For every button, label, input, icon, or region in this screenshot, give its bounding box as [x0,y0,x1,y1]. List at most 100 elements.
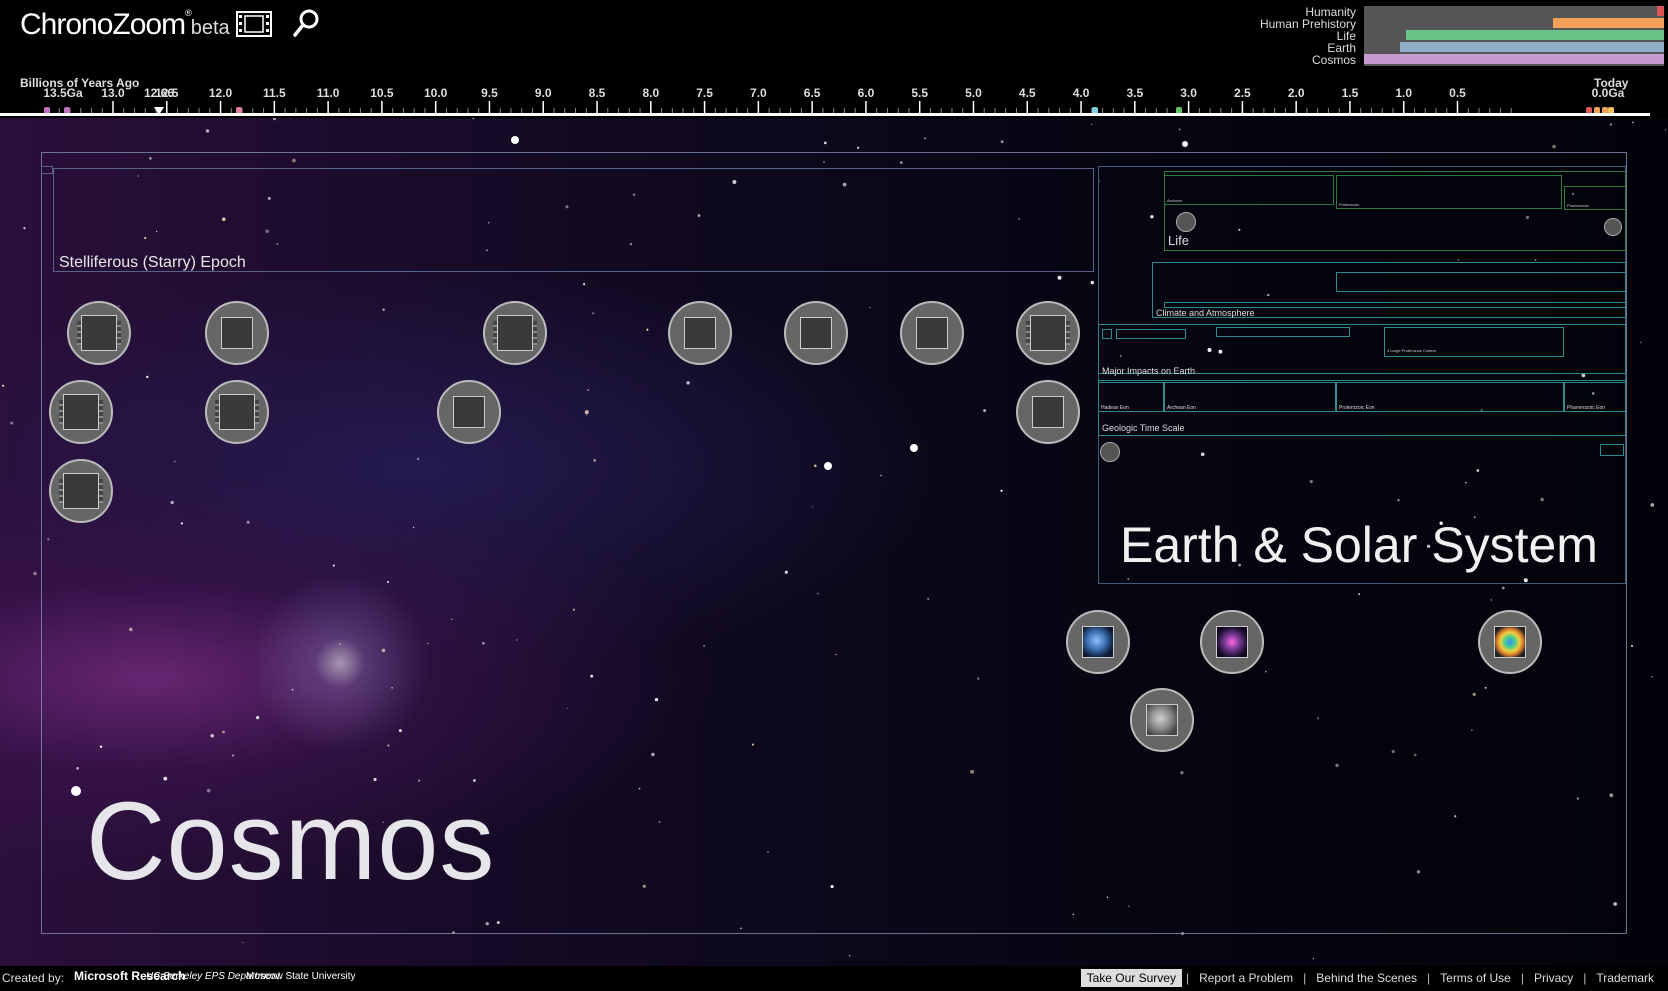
created-by-label: Created by: [2,971,65,985]
star [1609,123,1612,126]
archean-eon-frame[interactable]: Archean Eon [1164,382,1336,412]
content-thumbnail [916,317,948,349]
ruler-tick-label: 7.0 [750,86,767,100]
content-item[interactable] [1016,380,1080,444]
report-problem-link[interactable]: Report a Problem [1193,969,1299,987]
impact-subframe[interactable] [1116,329,1186,339]
galaxy-photo-item[interactable] [1200,610,1264,674]
impact-subframe[interactable]: 3 Large Proterozoic Craters [1384,327,1564,357]
earth-photo-item[interactable] [1066,610,1130,674]
header-bar: ChronoZoom®beta Humanity Human Prehistor… [0,0,1668,70]
terms-of-use-link[interactable]: Terms of Use [1434,969,1517,987]
archean-life-subframe[interactable]: Archean [1164,175,1334,205]
content-item[interactable] [784,301,848,365]
ruler-tick-label: 1.5 [1342,86,1359,100]
phanerozoic-eon-frame[interactable]: Phanerozoic Eon [1564,382,1626,412]
content-item[interactable] [49,380,113,444]
major-impacts-title[interactable]: Major Impacts on Earth [1102,366,1195,376]
earth-solar-system-title[interactable]: Earth & Solar System [1120,516,1598,574]
overview-track [1364,6,1664,18]
cmb-map-item[interactable] [1478,610,1542,674]
bright-star [511,136,519,144]
moscow-state-university-logo[interactable]: Moscow State University [246,971,355,982]
content-thumbnail [1030,315,1066,351]
content-item[interactable] [483,301,547,365]
star [923,137,927,140]
overview-row-earth[interactable]: Earth [1180,42,1668,54]
content-thumbnail [63,394,99,430]
content-thumbnail [221,317,253,349]
overview-row-life[interactable]: Life [1180,30,1668,42]
content-item[interactable] [900,301,964,365]
star [1631,645,1633,647]
hadean-eon-label: Hadean Eon [1101,405,1129,411]
star [273,118,276,121]
ruler-tick-label: 5.0 [965,86,982,100]
ruler-tick-label: 8.5 [589,86,606,100]
footer-bar: Created by: Microsoft Research UC Berkel… [0,966,1668,991]
earth-subframe-stub[interactable] [1600,444,1624,456]
stelliferous-epoch-title[interactable]: Stelliferous (Starry) Epoch [59,254,246,272]
privacy-link[interactable]: Privacy [1528,969,1579,987]
content-item[interactable] [437,380,501,444]
life-content-item[interactable] [1176,212,1196,232]
overview-bar [1400,42,1664,52]
content-item[interactable] [668,301,732,365]
ruler-tick-label: 11.5 [263,86,286,100]
star [472,118,475,120]
content-item[interactable] [205,301,269,365]
search-button[interactable] [292,8,320,38]
hadean-eon-frame[interactable]: Hadean Eon [1098,382,1164,412]
content-thumbnail [219,394,255,430]
star [205,129,210,133]
ruler-tick-label: 0.5 [1449,86,1466,100]
ruler-tick-label: 10.0 [424,86,448,100]
content-thumbnail [453,396,485,428]
time-ruler[interactable]: Billions of Years Ago Today 13.0 12.5 12.0… [0,70,1668,118]
impact-subframe[interactable] [1102,329,1112,339]
ruler-tick-label: 8.0 [642,86,659,100]
overview-row-cosmos[interactable]: Cosmos [1180,54,1668,66]
ruler-tick-label: 3.0 [1180,86,1197,100]
overview-label: Human Prehistory [1259,17,1356,31]
phanerozoic-label: Phanerozoic [1567,203,1590,208]
content-thumbnail [1032,396,1064,428]
content-item[interactable] [67,301,131,365]
proterozoic-eon-frame[interactable]: Proterozoic Eon [1336,382,1564,412]
tours-button[interactable] [236,10,272,38]
proterozoic-life-subframe[interactable]: Proterozoic [1336,175,1562,209]
overview-track [1364,30,1664,42]
climate-atmosphere-title[interactable]: Climate and Atmosphere [1156,308,1255,318]
ruler-start-label: 13.5Ga [43,86,83,100]
behind-the-scenes-link[interactable]: Behind the Scenes [1310,969,1423,987]
content-item[interactable] [1016,301,1080,365]
overview-row-human-prehistory[interactable]: Human Prehistory [1180,18,1668,30]
ruler-tick-label: 6.0 [858,86,875,100]
asteroid-photo-item[interactable] [1130,688,1194,752]
life-content-item[interactable] [1604,218,1622,236]
content-thumbnail [800,317,832,349]
earth-content-item[interactable] [1100,442,1120,462]
ruler-tick-label: 7.5 [696,86,713,100]
climate-subframe[interactable] [1336,272,1626,292]
content-item[interactable] [205,380,269,444]
geologic-time-scale-title[interactable]: Geologic Time Scale [1102,423,1185,433]
star [1090,123,1093,126]
proterozoic-label: Proterozoic [1339,202,1360,207]
phanerozoic-life-subframe[interactable]: Phanerozoic [1564,186,1626,210]
take-survey-link[interactable]: Take Our Survey [1080,969,1182,987]
footer-links: Take Our Survey | Report a Problem | Beh… [1080,969,1660,987]
content-item[interactable] [49,459,113,523]
app-title: ChronoZoom [20,8,186,41]
trademark-link[interactable]: Trademark [1590,969,1660,987]
app-logo[interactable]: ChronoZoom®beta [20,8,230,42]
life-title[interactable]: Life [1168,233,1189,248]
cosmos-title[interactable]: Cosmos [86,778,495,905]
star [1632,121,1634,124]
star [2,384,5,387]
timeline-canvas[interactable]: Cosmos Stelliferous (Starry) Epoch Arche… [0,118,1668,966]
ruler-ticks: 13.0 12.5 12.0 11.5 11.0 10.5 10.0 9.5 9.0 8.5 8.0… [43,86,1625,115]
overview-row-humanity[interactable]: Humanity [1180,6,1668,18]
star [849,955,851,957]
impact-subframe[interactable] [1216,327,1350,337]
